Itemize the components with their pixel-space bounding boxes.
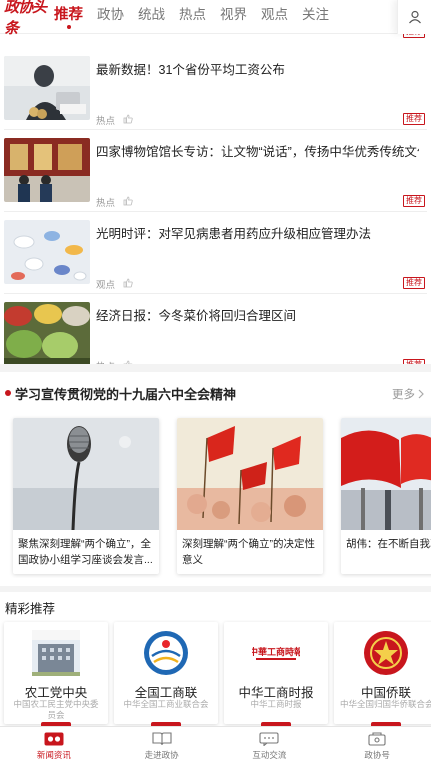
topic-card[interactable]: 胡伟：在不断自我革: [341, 418, 431, 574]
chevron-right-icon: [418, 389, 424, 399]
news-item[interactable]: 光明时评：对罕见病患者用药应升级相应管理办法 观点 推荐: [0, 211, 431, 293]
recommend-card[interactable]: 中国侨联 中华全国归国华侨联合会: [334, 622, 431, 726]
topic-card[interactable]: 聚焦深刻理解“两个确立”，全国政协小组学习座谈会发言...: [13, 418, 159, 574]
bottom-tab-label: 政协号: [364, 750, 390, 760]
news-meta: 热点: [96, 195, 133, 209]
org-description: 中华全国归国华侨联合会: [340, 699, 431, 709]
chat-icon: [258, 731, 280, 747]
bottom-tab-cppcc[interactable]: 走进政协: [108, 727, 216, 760]
tab-recommend[interactable]: 推荐: [54, 0, 83, 34]
tab-follow[interactable]: 关注: [302, 0, 329, 34]
user-icon: [408, 10, 421, 24]
topic-header: 学习宣传贯彻党的十九届六中全会精神 更多: [0, 378, 431, 408]
book-icon: [151, 731, 173, 747]
news-category: 热点: [96, 116, 116, 127]
news-tag: 推荐: [403, 195, 425, 207]
org-logo: 中華工商時報: [249, 630, 304, 676]
org-description: 中国农工民主党中央委员会: [13, 699, 99, 720]
recommend-card[interactable]: 农工党中央 中国农工民主党中央委员会: [4, 622, 108, 726]
news-meta: 热点: [96, 113, 133, 127]
news-item[interactable]: 最新数据！31个省份平均工资公布 热点 推荐: [0, 47, 431, 129]
recommend-card[interactable]: 全国工商联 中华全国工商业联合会: [114, 622, 218, 726]
bottom-tab-news[interactable]: 新闻资讯: [0, 727, 108, 760]
news-thumbnail: [4, 220, 90, 284]
channel-tabs: 推荐 政协 统战 热点 视界 观点 关注: [54, 0, 343, 34]
topic-dot-icon: [5, 390, 11, 396]
tab-hot[interactable]: 热点: [179, 0, 206, 34]
more-label: 更多: [392, 389, 415, 401]
recommend-card-list: 农工党中央 中国农工民主党中央委员会 全国工商联 中华全国工商业联合会 中華工商…: [0, 620, 431, 726]
topic-card-list: 聚焦深刻理解“两个确立”，全国政协小组学习座谈会发言... 深刻理解“两个确立”…: [0, 414, 431, 578]
news-item[interactable]: 经济日报：今冬菜价将回归合理区间 热点 推荐: [0, 293, 431, 375]
org-logo-text: 中華工商時報: [252, 646, 300, 658]
org-description: 中华工商时报: [250, 699, 302, 709]
news-title: 最新数据！31个省份平均工资公布: [96, 63, 285, 77]
bottom-tab-bar: 新闻资讯 走进政协 互动交流 政协号: [0, 726, 431, 760]
account-icon: [366, 731, 388, 747]
topic-card-title: 深刻理解“两个确立”的决定性意义: [182, 538, 315, 566]
topic-card-title: 胡伟：在不断自我革: [346, 538, 431, 550]
recommend-title: 精彩推荐: [5, 602, 56, 616]
brand-logo[interactable]: 政协头条: [4, 0, 50, 38]
org-description: 中华全国工商业联合会: [123, 699, 209, 709]
news-category: 热点: [96, 198, 116, 209]
topic-title: 学习宣传贯彻党的十九届六中全会精神: [15, 387, 237, 402]
news-thumbnail: [4, 138, 90, 202]
tab-vision[interactable]: 视界: [220, 0, 247, 34]
news-item[interactable]: 四家博物馆馆长专访：让文物“说话”，传扬中华优秀传统文化 热点 推荐: [0, 129, 431, 211]
tab-opinion[interactable]: 观点: [261, 0, 288, 34]
news-title: 光明时评：对罕见病患者用药应升级相应管理办法: [96, 227, 372, 241]
tab-united-front[interactable]: 统战: [138, 0, 165, 34]
topic-card-image: [341, 418, 431, 530]
like-icon[interactable]: [123, 278, 133, 291]
org-logo: [362, 630, 410, 676]
more-button[interactable]: 更多: [392, 386, 425, 402]
news-thumbnail: [4, 56, 90, 120]
news-meta: 观点: [96, 277, 133, 291]
recommend-card[interactable]: 中華工商時報 中华工商时报 中华工商时报: [224, 622, 328, 726]
bottom-tab-label: 互动交流: [252, 750, 287, 760]
news-category: 观点: [96, 280, 116, 291]
topic-card-title: 聚焦深刻理解“两个确立”，全国政协小组学习座谈会发言...: [18, 538, 153, 566]
bottom-tab-account[interactable]: 政协号: [323, 727, 431, 760]
news-tag: 推荐: [403, 113, 425, 125]
tab-cppcc[interactable]: 政协: [97, 0, 124, 34]
user-button[interactable]: [397, 0, 431, 34]
bottom-tab-label: 走进政协: [144, 750, 179, 760]
news-tag: 推荐: [403, 277, 425, 289]
org-logo: [32, 630, 80, 676]
news-thumbnail: [4, 302, 90, 366]
org-logo: [142, 630, 190, 676]
section-separator: [0, 586, 431, 592]
bottom-tab-label: 新闻资讯: [36, 750, 71, 760]
bottom-tab-interaction[interactable]: 互动交流: [216, 727, 324, 760]
topic-card[interactable]: 深刻理解“两个确立”的决定性意义: [177, 418, 323, 574]
topic-card-image: [177, 418, 323, 530]
top-navigation: 政协头条 推荐 政协 统战 热点 视界 观点 关注: [0, 0, 431, 37]
news-icon: [43, 731, 65, 747]
section-separator: [0, 364, 431, 372]
news-title: 四家博物馆馆长专访：让文物“说话”，传扬中华优秀传统文化: [96, 145, 419, 159]
topic-card-image: [13, 418, 159, 530]
news-title: 经济日报：今冬菜价将回归合理区间: [96, 309, 297, 323]
like-icon[interactable]: [123, 196, 133, 209]
like-icon[interactable]: [123, 114, 133, 127]
